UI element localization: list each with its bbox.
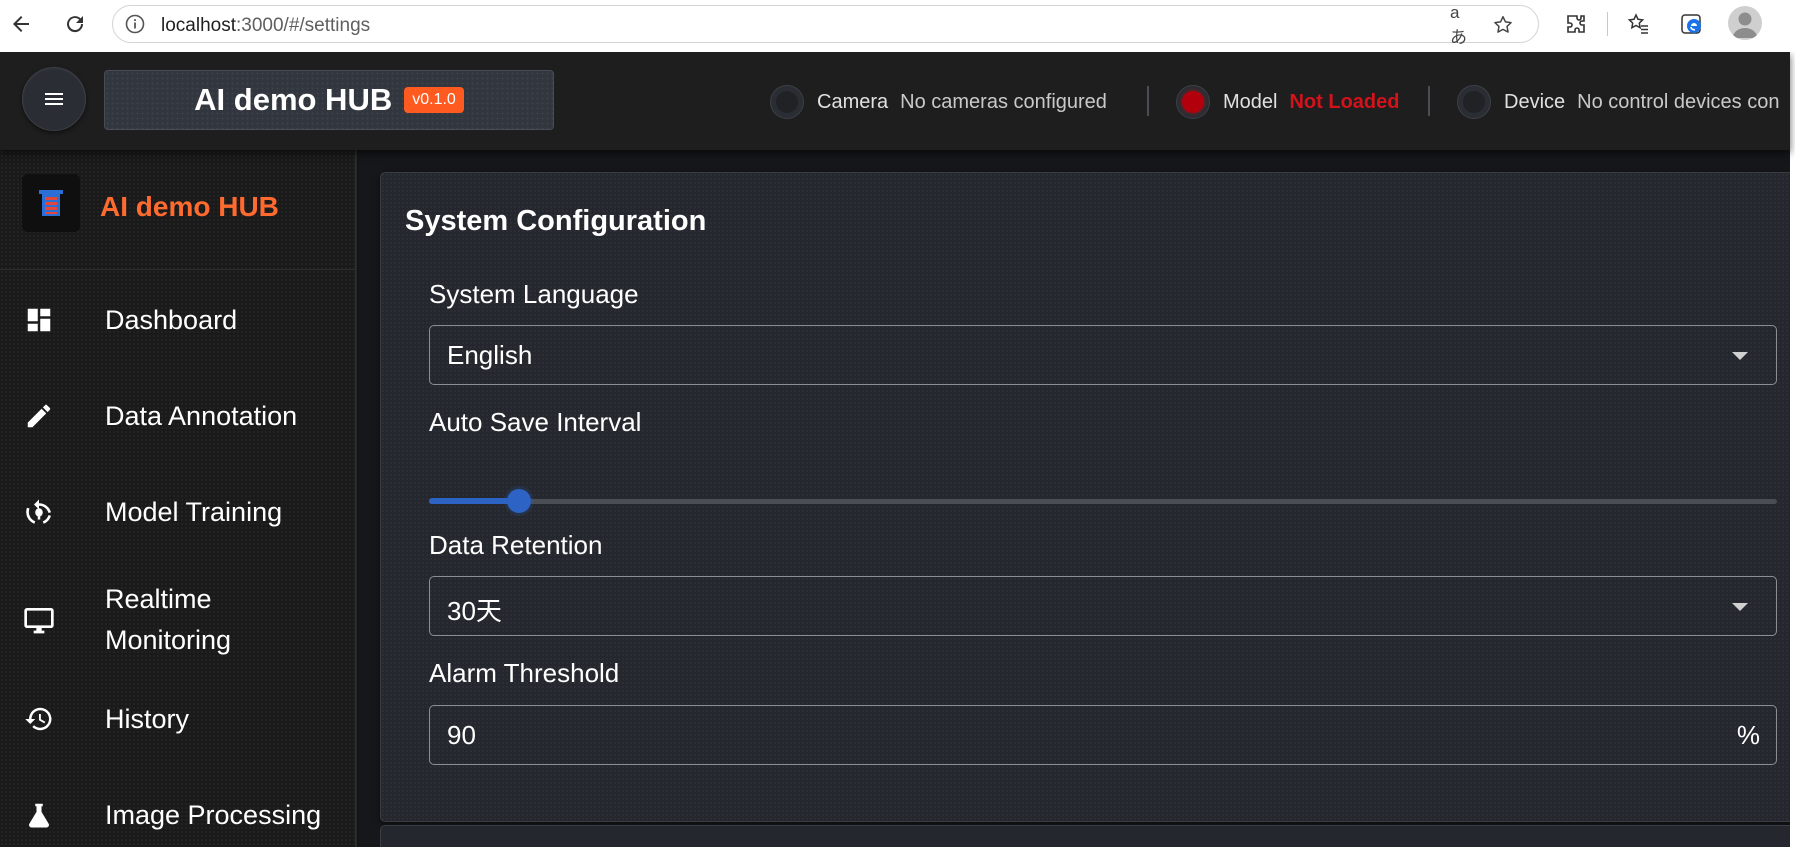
monitor-icon [22,603,56,637]
slider-track [429,498,519,504]
translate-icon[interactable]: aあ [1450,3,1474,47]
reload-button[interactable] [59,8,91,40]
status-camera: Camera No cameras configured [770,80,1107,124]
language-label: System Language [429,279,639,309]
alarm-label: Alarm Threshold [429,658,620,688]
reload-icon [67,16,84,33]
sidebar-item-dashboard[interactable]: Dashboard [0,290,355,350]
main-content: System Configuration System Language Eng… [358,150,1795,847]
sidebar-item-label: History [105,704,190,734]
app-title: AI demo HUB [194,82,393,117]
status-divider [1428,86,1430,116]
sidebar-brand: AI demo HUB [0,150,355,270]
auto-save-label: Auto Save Interval [429,407,642,437]
card-title: System Configuration [405,205,707,237]
dashboard-icon [22,303,56,337]
menu-toggle-button[interactable] [22,67,86,131]
slider-rail [429,499,1777,504]
history-icon [22,702,56,736]
version-badge: v0.1.0 [404,87,464,113]
sidebar-brand-title: AI demo HUB [100,191,279,222]
app-header: AI demo HUB v0.1.0 Camera No cameras con… [0,52,1790,150]
sidebar-item-history[interactable]: History [0,689,355,749]
retention-select[interactable]: 30天 [429,576,1777,636]
browser-toolbar: localhost:3000/#/settings aあ [0,0,1795,52]
profile-avatar[interactable] [1728,6,1762,40]
dropdown-arrow-icon [1732,352,1748,360]
status-device: Device No control devices con [1457,80,1790,124]
status-divider [1147,86,1149,116]
model-status-value: Not Loaded [1289,90,1400,113]
status-model: Model Not Loaded [1176,80,1399,124]
browser-essentials-icon[interactable] [1676,8,1708,40]
sidebar-item-label: Dashboard [105,305,238,335]
extensions-icon[interactable] [1560,8,1592,40]
device-status-indicator [1457,85,1491,119]
auto-save-slider[interactable] [429,489,1777,513]
device-status-label: Device [1504,90,1566,113]
sidebar-item-label-line1: Realtime [105,584,212,614]
training-icon [22,495,56,529]
sidebar-item-label: Model Training [105,497,283,527]
back-button[interactable] [5,8,37,40]
url-path: :3000/#/settings [236,15,371,36]
alarm-value: 90 [447,720,476,750]
app-root: AI demo HUB v0.1.0 Camera No cameras con… [0,52,1795,847]
address-bar[interactable]: localhost:3000/#/settings aあ [112,3,1539,47]
site-info-icon[interactable] [125,14,145,39]
language-value: English [447,340,533,370]
flask-icon [22,798,56,832]
url-host: localhost [161,15,236,36]
alarm-threshold-input[interactable]: 90 % [429,705,1777,765]
url-text[interactable]: localhost:3000/#/settings [161,15,370,37]
toolbar-divider [1607,12,1608,36]
camera-status-value: No cameras configured [900,90,1107,113]
system-config-card: System Configuration System Language Eng… [380,172,1795,822]
slider-thumb[interactable] [507,489,531,513]
dropdown-arrow-icon [1732,603,1748,611]
window-edge [1790,52,1795,847]
header-brand: AI demo HUB v0.1.0 [104,70,554,130]
model-status-label: Model [1223,90,1278,113]
sidebar-item-image-processing[interactable]: Image Processing [0,785,355,845]
pencil-icon [22,399,56,433]
language-select[interactable]: English [429,325,1777,385]
retention-label: Data Retention [429,530,603,560]
device-status-value: No control devices con [1577,90,1780,113]
sidebar-item-label-line2: Monitoring [105,625,232,655]
hamburger-menu-icon [45,93,63,105]
sidebar-item-realtime-monitoring[interactable]: Realtime Monitoring [0,570,355,670]
back-arrow-icon [13,16,29,32]
sidebar-item-label: Data Annotation [105,401,298,431]
sidebar-item-data-annotation[interactable]: Data Annotation [0,386,355,446]
model-status-indicator [1176,85,1210,119]
sidebar-item-model-training[interactable]: Model Training [0,482,355,542]
retention-value: 30天 [447,596,502,626]
next-settings-card [380,825,1795,847]
favorites-icon[interactable] [1623,8,1655,40]
app-logo [22,174,80,232]
sidebar-item-label: Image Processing [105,800,322,830]
favorite-star-icon[interactable] [1491,13,1515,37]
app-logo-icon [39,190,63,216]
camera-status-indicator [770,85,804,119]
sidebar: AI demo HUB Dashboard Data Annotation Mo… [0,150,357,847]
camera-status-label: Camera [817,90,889,113]
percent-unit: % [1736,720,1760,750]
